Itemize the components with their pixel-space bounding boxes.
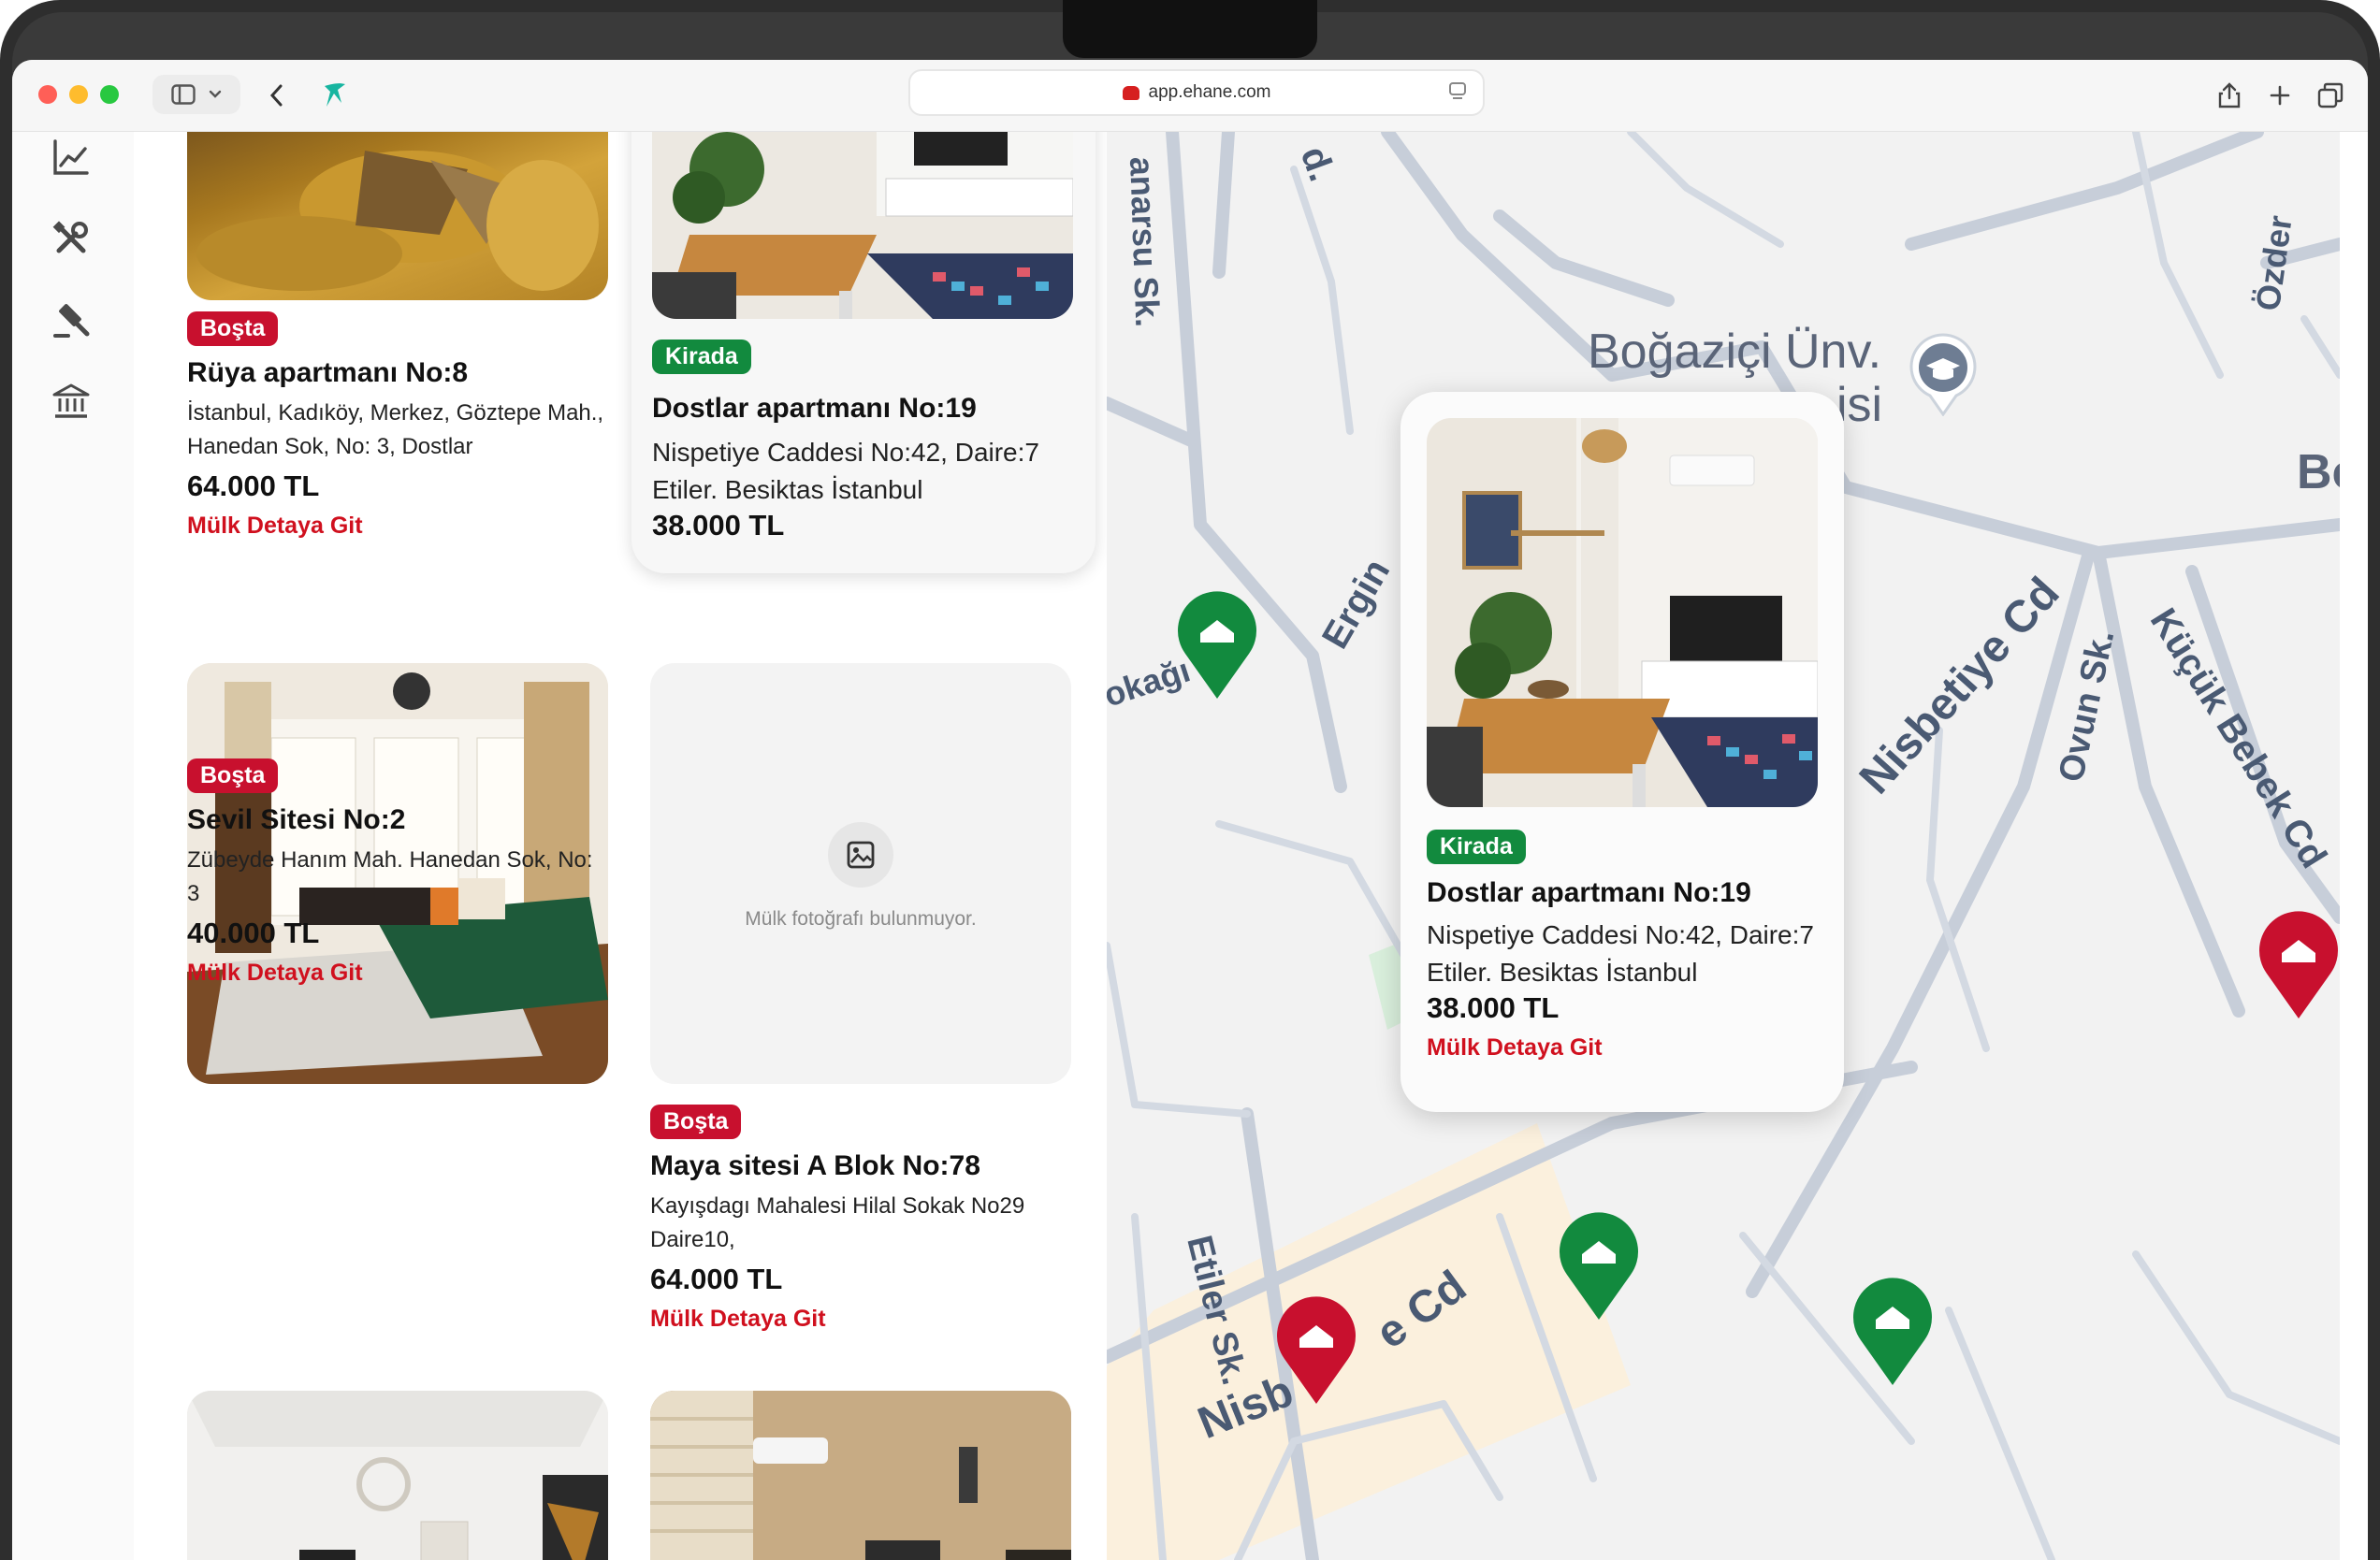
new-tab-button[interactable] — [2261, 77, 2299, 114]
rented-property-pin[interactable] — [1170, 581, 1264, 701]
nav-item-bank[interactable] — [51, 382, 91, 421]
property-info-4: Boşta Maya sitesi A Blok No:78 Kayışdagı… — [650, 1105, 1071, 1333]
nav-item-reports[interactable] — [51, 137, 91, 177]
sofa-photo — [196, 151, 599, 291]
nav-item-legal[interactable] — [51, 300, 91, 339]
property-title: Rüya apartmanı No:8 — [187, 357, 469, 388]
minimize-window-button[interactable] — [69, 85, 88, 104]
zoom-window-button[interactable] — [100, 85, 119, 104]
rented-property-pin[interactable] — [1552, 1202, 1646, 1322]
property-address: İstanbul, Kadıköy, Merkez, Göztepe Mah.,… — [187, 400, 604, 459]
close-window-button[interactable] — [38, 85, 57, 104]
bank-icon — [52, 383, 90, 418]
tab-overview-button[interactable] — [2312, 77, 2349, 114]
device-frame: app.ehane.com Boşta Rüya apartmanı No:8 … — [0, 0, 2380, 1560]
extension-button[interactable] — [313, 73, 356, 116]
gavel-icon — [53, 304, 90, 338]
popup-price: 38.000 TL — [1427, 991, 1560, 1024]
site-icon — [1122, 85, 1139, 100]
image-icon — [847, 841, 875, 869]
property-price: 64.000 TL — [650, 1263, 783, 1295]
map-view[interactable]: anarsu Sk. d. Boğaziçi Ünv. isi Bo okağı… — [1107, 132, 2340, 1560]
popup-title: Dostlar apartmanı No:19 — [1427, 877, 1751, 908]
page-content: Boşta Rüya apartmanı No:8 İstanbul, Kadı… — [12, 132, 2368, 1560]
chevron-left-icon — [269, 84, 283, 107]
no-photo-placeholder: Mülk fotoğrafı bulunmuyor. — [650, 663, 1071, 1084]
map-popup[interactable]: Kirada Dostlar apartmanı No:19 Nispetiye… — [1400, 392, 1844, 1112]
property-photo[interactable] — [187, 132, 608, 300]
property-info-2: Kirada Dostlar apartmanı No:19 Nispetiye… — [652, 339, 1082, 542]
vacant-property-pin[interactable] — [1270, 1286, 1363, 1406]
popup-detail-link[interactable]: Mülk Detaya Git — [1427, 1034, 1829, 1062]
tools-icon — [52, 221, 88, 253]
living-room-photo — [652, 132, 1073, 319]
status-badge: Kirada — [652, 339, 751, 374]
poi-label: Bo — [2297, 445, 2340, 499]
share-icon — [2218, 82, 2241, 108]
extension-icon — [325, 83, 345, 107]
property-price: 64.000 TL — [187, 469, 320, 502]
status-badge: Kirada — [1427, 830, 1526, 864]
graduation-cap-icon — [1909, 333, 1977, 417]
living-room-photo — [1427, 418, 1818, 807]
nav-item-maintenance[interactable] — [51, 219, 91, 258]
street-label: anarsu Sk. — [1123, 156, 1168, 328]
plus-icon — [2270, 85, 2290, 106]
url-text: app.ehane.com — [1148, 82, 1271, 102]
property-address: Zübeyde Hanım Mah. Hanedan Sok, No: 3 — [187, 847, 593, 906]
property-title: Dostlar apartmanı No:19 — [652, 393, 977, 424]
vacant-property-pin[interactable] — [2252, 901, 2340, 1020]
status-badge: Boşta — [187, 758, 279, 793]
chart-icon — [53, 139, 89, 175]
property-price: 40.000 TL — [187, 917, 320, 949]
property-photo[interactable] — [650, 1391, 1071, 1560]
property-detail-link[interactable]: Mülk Detaya Git — [187, 960, 608, 987]
property-list: Boşta Rüya apartmanı No:8 İstanbul, Kadı… — [134, 132, 1107, 1560]
browser-window: app.ehane.com Boşta Rüya apartmanı No:8 … — [12, 60, 2368, 1560]
property-price: 38.000 TL — [652, 509, 785, 542]
property-address: Kayışdagı Mahalesi Hilal Sokak No29 Dair… — [650, 1193, 1025, 1252]
room-photo — [187, 1391, 608, 1560]
popup-info: Kirada Dostlar apartmanı No:19 Nispetiye… — [1427, 830, 1829, 1062]
camera-notch — [1063, 0, 1317, 58]
property-detail-link[interactable]: Mülk Detaya Git — [650, 1306, 1071, 1333]
image-icon-wrap — [828, 822, 893, 888]
property-detail-link[interactable]: Mülk Detaya Git — [187, 513, 608, 540]
left-nav — [12, 132, 135, 1560]
status-badge: Boşta — [187, 311, 279, 346]
no-photo-text: Mülk fotoğrafı bulunmuyor. — [745, 908, 977, 930]
property-address: Nispetiye Caddesi No:42, Daire:7 Etiler.… — [652, 438, 1039, 504]
reader-icon[interactable] — [1449, 82, 1466, 101]
property-card-highlighted[interactable]: Kirada Dostlar apartmanı No:19 Nispetiye… — [631, 132, 1096, 573]
room-photo — [650, 1391, 1071, 1560]
property-title: Sevil Sitesi No:2 — [187, 804, 406, 835]
property-photo[interactable] — [187, 1391, 608, 1560]
share-button[interactable] — [2211, 77, 2248, 114]
sidebar-icon — [171, 84, 196, 105]
browser-toolbar: app.ehane.com — [12, 60, 2368, 132]
popup-photo — [1427, 418, 1818, 807]
poi-label: Boğaziçi Ünv. — [1588, 325, 1882, 379]
university-marker[interactable] — [1908, 332, 1979, 417]
sidebar-toggle-button[interactable] — [152, 75, 240, 114]
chevron-down-icon — [209, 90, 222, 98]
back-button[interactable] — [257, 77, 295, 114]
address-bar[interactable]: app.ehane.com — [908, 69, 1485, 116]
tabs-icon — [2317, 82, 2344, 108]
property-info-1: Boşta Rüya apartmanı No:8 İstanbul, Kadı… — [187, 311, 608, 540]
property-title: Maya sitesi A Blok No:78 — [650, 1150, 980, 1181]
property-photo[interactable] — [652, 132, 1073, 319]
rented-property-pin[interactable] — [1846, 1267, 1939, 1387]
status-badge: Boşta — [650, 1105, 742, 1139]
popup-address: Nispetiye Caddesi No:42, Daire:7 Etiler.… — [1427, 920, 1814, 987]
